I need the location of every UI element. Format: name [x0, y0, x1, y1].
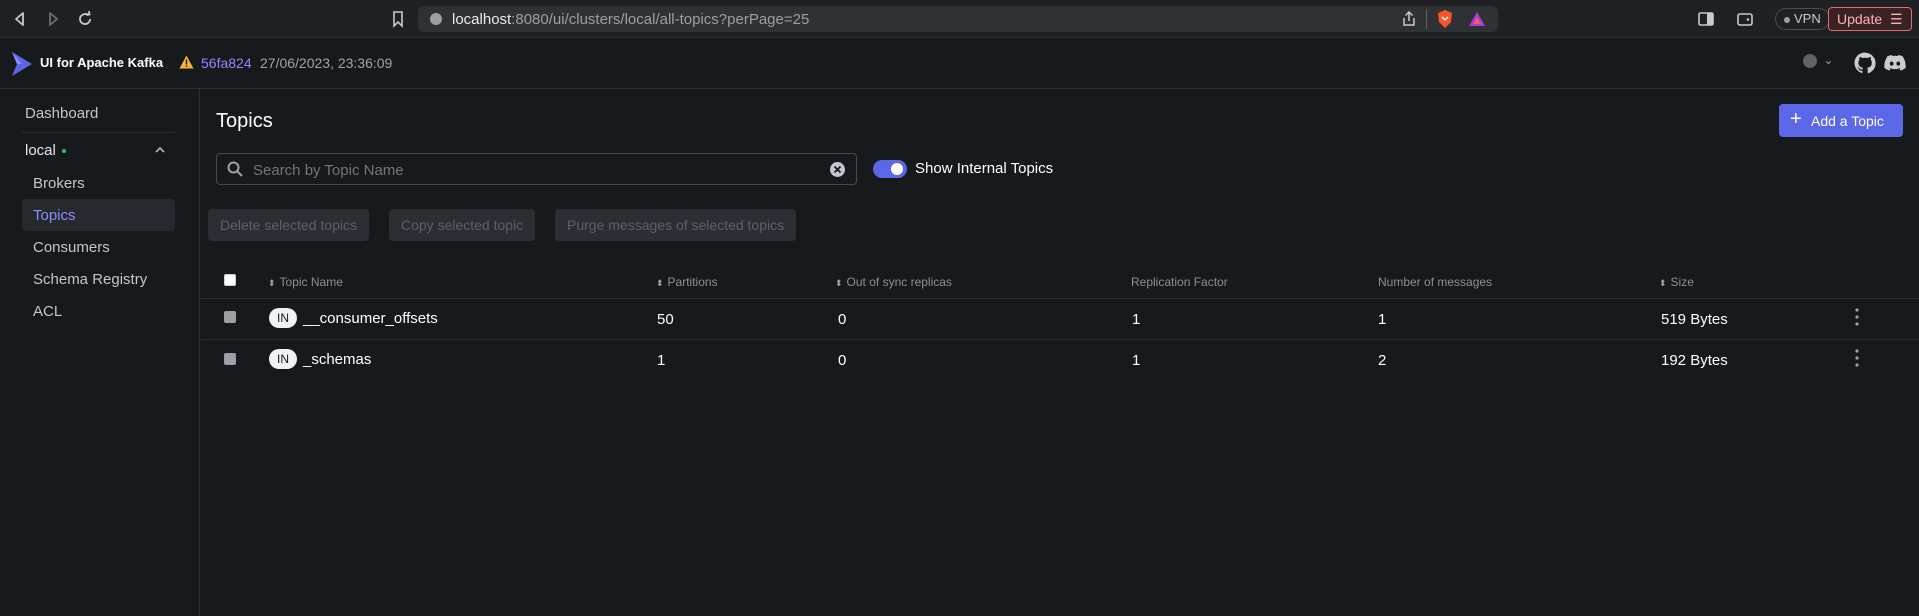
github-icon[interactable] [1853, 51, 1877, 75]
commit-link[interactable]: 56fa824 [201, 55, 252, 71]
add-topic-label: Add a Topic [1811, 113, 1884, 129]
sidebar-toggle-icon[interactable] [1696, 9, 1716, 29]
theme-selector[interactable]: ⌄ [1803, 53, 1833, 68]
column-label: Out of sync replicas [846, 275, 952, 289]
column-header-number-of-messages: Number of messages [1378, 275, 1493, 289]
partitions-cell: 1 [657, 352, 666, 369]
vpn-label: VPN [1794, 11, 1821, 26]
share-icon[interactable] [1400, 10, 1418, 28]
sidebar-item-topics[interactable]: Topics [33, 207, 76, 224]
replication-factor-cell: 1 [1132, 311, 1141, 328]
sort-icon: ⬍ [268, 278, 276, 288]
column-header-size[interactable]: ⬍ Size [1659, 275, 1694, 289]
internal-badge: IN [269, 308, 297, 328]
sort-icon: ⬍ [835, 278, 843, 288]
vpn-button[interactable]: VPN [1775, 8, 1830, 30]
row-actions-icon[interactable] [1855, 349, 1859, 367]
select-all-checkbox[interactable] [224, 274, 236, 286]
table-header-divider [201, 298, 1919, 299]
row-divider [201, 339, 1919, 340]
sidebar-item-brokers[interactable]: Brokers [33, 175, 85, 192]
divider [1426, 9, 1427, 29]
search-input[interactable] [253, 160, 813, 180]
sidebar-divider [22, 132, 175, 133]
sort-icon: ⬍ [1659, 278, 1667, 288]
show-internal-topics-label: Show Internal Topics [915, 160, 1054, 177]
sidebar-cluster-local[interactable]: local [25, 142, 66, 159]
cluster-online-indicator [61, 149, 66, 154]
search-icon [227, 161, 243, 177]
browser-toolbar: localhost:8080/ui/clusters/local/all-top… [0, 0, 1919, 38]
chevron-down-icon: ⌄ [1823, 53, 1834, 67]
reload-icon[interactable] [75, 9, 95, 29]
forward-icon[interactable] [43, 9, 63, 29]
build-date: 27/06/2023, 23:36:09 [260, 55, 393, 71]
row-actions-icon[interactable] [1855, 308, 1859, 326]
topic-name-link[interactable]: __consumer_offsets [303, 310, 438, 327]
wallet-icon[interactable] [1735, 9, 1755, 29]
show-internal-topics-toggle[interactable] [873, 160, 907, 178]
messages-cell: 1 [1378, 311, 1387, 328]
add-topic-button[interactable]: + Add a Topic [1779, 104, 1903, 137]
column-header-replication-factor: Replication Factor [1131, 275, 1228, 289]
bookmark-icon[interactable] [388, 9, 408, 29]
address-bar[interactable]: localhost:8080/ui/clusters/local/all-top… [418, 6, 1498, 32]
delete-selected-button[interactable]: Delete selected topics [208, 209, 369, 241]
clear-search-icon[interactable] [829, 161, 846, 178]
column-label: Size [1670, 275, 1694, 289]
out-of-sync-cell: 0 [838, 352, 847, 369]
url-host: localhost [452, 11, 512, 28]
update-button[interactable]: Update ☰ [1828, 7, 1912, 31]
column-label: Partitions [667, 275, 718, 289]
column-label: Topic Name [279, 275, 343, 289]
partitions-cell: 50 [657, 311, 674, 328]
search-box [216, 153, 857, 185]
size-cell: 192 Bytes [1661, 352, 1728, 369]
url-text: localhost:8080/ui/clusters/local/all-top… [452, 11, 809, 28]
sidebar-item-acl[interactable]: ACL [33, 303, 62, 320]
brave-shield-icon[interactable] [1436, 9, 1454, 29]
internal-badge: IN [269, 349, 297, 369]
theme-icon [1803, 53, 1817, 68]
kafka-logo-icon[interactable] [10, 51, 34, 77]
menu-icon: ☰ [1890, 11, 1903, 27]
column-header-out-of-sync[interactable]: ⬍ Out of sync replicas [835, 275, 952, 289]
vpn-status-dot [1784, 16, 1790, 23]
copy-selected-button[interactable]: Copy selected topic [389, 209, 536, 241]
warning-icon [179, 55, 194, 69]
sidebar-item-schema-registry[interactable]: Schema Registry [33, 271, 147, 288]
chevron-up-icon[interactable] [153, 143, 167, 157]
cluster-name: local [25, 142, 56, 159]
app-title[interactable]: UI for Apache Kafka [40, 55, 163, 70]
purge-messages-button[interactable]: Purge messages of selected topics [555, 209, 797, 241]
update-label: Update [1837, 11, 1883, 27]
site-info-icon[interactable] [430, 13, 442, 25]
app-header: UI for Apache Kafka 56fa824 27/06/2023, … [0, 38, 1919, 89]
discord-icon[interactable] [1883, 51, 1907, 75]
sidebar-item-consumers[interactable]: Consumers [33, 239, 110, 256]
column-header-partitions[interactable]: ⬍ Partitions [656, 275, 718, 289]
back-icon[interactable] [10, 9, 30, 29]
sidebar: Dashboard local Brokers Topics Consumers… [0, 89, 200, 616]
row-checkbox[interactable] [224, 353, 236, 365]
page-title: Topics [216, 110, 273, 132]
brave-rewards-icon[interactable] [1468, 10, 1486, 28]
out-of-sync-cell: 0 [838, 311, 847, 328]
sidebar-item-dashboard[interactable]: Dashboard [25, 105, 98, 122]
messages-cell: 2 [1378, 352, 1387, 369]
column-header-topic-name[interactable]: ⬍ Topic Name [268, 275, 343, 289]
topic-name-link[interactable]: _schemas [303, 351, 371, 368]
replication-factor-cell: 1 [1132, 352, 1141, 369]
sort-icon: ⬍ [656, 278, 664, 288]
toggle-knob [891, 163, 903, 175]
url-path: :8080/ui/clusters/local/all-topics?perPa… [511, 11, 810, 28]
size-cell: 519 Bytes [1661, 311, 1728, 328]
row-checkbox[interactable] [224, 311, 236, 323]
plus-icon: + [1790, 108, 1802, 130]
